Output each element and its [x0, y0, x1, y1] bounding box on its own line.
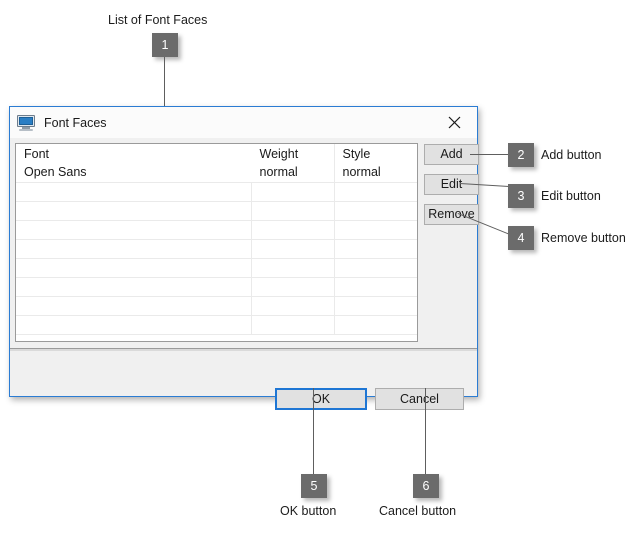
callout-badge-2: 2 [508, 143, 534, 167]
leader-line-5 [313, 388, 314, 474]
table-row: Open Sans normal normal [16, 163, 417, 183]
callout-badge-3: 3 [508, 184, 534, 208]
annotation-label-2: Add button [541, 148, 602, 162]
monitor-icon [17, 114, 35, 131]
leader-line-2 [470, 154, 508, 155]
callout-badge-4: 4 [508, 226, 534, 250]
table-header-row: Font Weight Style [16, 144, 417, 163]
table-row-empty [16, 239, 417, 259]
table-row-empty [16, 220, 417, 240]
dialog-title: Font Faces [44, 115, 107, 130]
column-header-weight[interactable]: Weight [250, 144, 335, 163]
dialog-client-area: Font Weight Style Open Sans normal norma… [10, 139, 479, 410]
font-faces-dialog: Font Faces Font Weight Style Open Sans n… [9, 106, 479, 410]
remove-button[interactable]: Remove [424, 204, 479, 225]
annotation-label-6: Cancel button [379, 504, 457, 518]
dialog-titlebar: Font Faces [10, 107, 477, 139]
ok-button[interactable]: OK [275, 388, 367, 410]
table-row-empty [16, 182, 417, 202]
annotation-label-5: OK button [280, 504, 337, 518]
cell-font[interactable]: Open Sans [16, 163, 252, 183]
callout-badge-6: 6 [413, 474, 439, 498]
table-row-empty [16, 277, 417, 297]
footer-separator [10, 348, 477, 351]
callout-badge-1: 1 [152, 33, 178, 57]
callout-badge-5: 5 [301, 474, 327, 498]
column-header-style[interactable]: Style [333, 144, 417, 163]
annotation-label-3: Edit button [541, 189, 601, 203]
table-row-empty [16, 201, 417, 221]
column-header-font[interactable]: Font [16, 144, 252, 163]
leader-line-6 [425, 388, 426, 474]
font-faces-list[interactable]: Font Weight Style Open Sans normal norma… [15, 143, 418, 342]
table-row-empty [16, 296, 417, 316]
close-icon[interactable] [432, 107, 477, 137]
cell-style[interactable]: normal [333, 163, 417, 183]
table-row-empty [16, 315, 417, 335]
font-faces-table: Font Weight Style Open Sans normal norma… [16, 144, 417, 335]
table-row-empty [16, 258, 417, 278]
cancel-button[interactable]: Cancel [375, 388, 464, 410]
cell-weight[interactable]: normal [250, 163, 335, 183]
annotation-list-title: List of Font Faces [108, 13, 208, 27]
annotation-label-4: Remove button [541, 231, 626, 245]
